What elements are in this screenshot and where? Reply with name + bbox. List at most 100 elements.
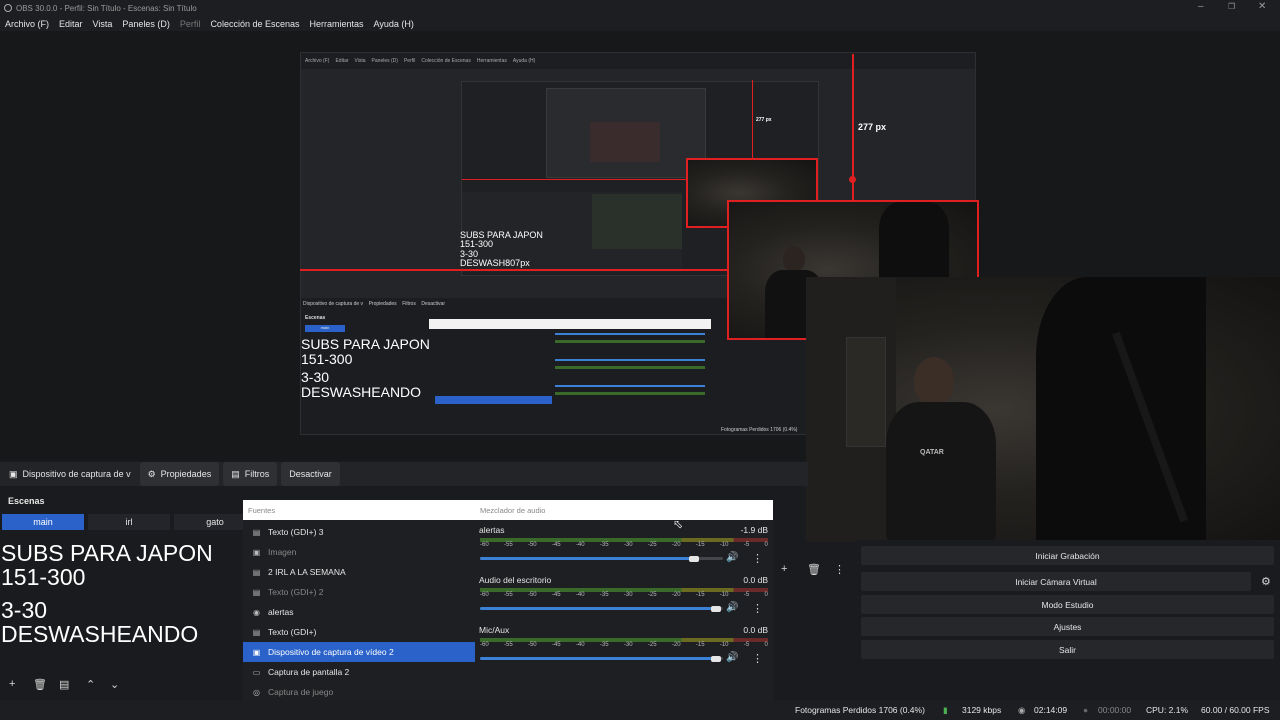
source-item-captura-pantalla[interactable]: ▭ Captura de pantalla 2 xyxy=(243,662,475,682)
source-item-alertas[interactable]: ◉ alertas xyxy=(243,602,475,622)
more-options-icon[interactable]: ⋮ xyxy=(752,602,763,615)
source-item-imagen[interactable]: ▣ Imagen xyxy=(243,542,475,562)
volume-slider[interactable] xyxy=(710,656,721,662)
menu-editar[interactable]: Editar xyxy=(54,19,88,29)
menu-archivo[interactable]: Archivo (F) xyxy=(0,19,54,29)
sources-header: Fuentes xyxy=(243,500,475,520)
source-item-texto-2[interactable]: ▤ Texto (GDI+) 2 xyxy=(243,582,475,602)
status-bar: Fotogramas Perdidos 1706 (0.4%) ▮ 3129 k… xyxy=(0,700,1280,720)
stream-icon: ◉ xyxy=(1018,705,1026,715)
speaker-icon[interactable]: 🔊 xyxy=(726,552,738,563)
studio-mode-button[interactable]: Modo Estudio xyxy=(861,595,1274,614)
meter-scale: -60 -55 -50 -45 -40 -35 -30 -25 -20 -15 -10 -5 0 xyxy=(480,592,768,598)
camera-icon: ▣ xyxy=(252,647,261,657)
meter-scale: -60 -55 -50 -45 -40 -35 -30 -25 -20 -15 -10 -5 0 xyxy=(480,642,768,648)
channel-name-mic-aux: Mic/Aux xyxy=(479,625,510,635)
speaker-icon[interactable]: 🔊 xyxy=(726,652,738,663)
volume-slider[interactable] xyxy=(710,606,721,612)
filter-icon: ▤ xyxy=(231,468,240,479)
menu-perfil[interactable]: Perfil xyxy=(175,19,206,29)
volume-slider[interactable] xyxy=(688,556,699,562)
source-item-captura-juego[interactable]: ◎ Captura de juego xyxy=(243,682,475,702)
cpu-usage: CPU: 2.1% xyxy=(1146,705,1189,715)
volume-fill xyxy=(480,607,716,610)
remove-transition-icon[interactable]: 🗑 xyxy=(807,563,821,576)
gear-icon: ⚙ xyxy=(147,468,156,479)
channel-name-alertas: alertas xyxy=(479,525,505,535)
start-recording-button[interactable]: Iniciar Grabación xyxy=(861,546,1274,565)
guide-handle[interactable] xyxy=(849,176,856,183)
menu-bar: Archivo (F) Editar Vista Paneles (D) Per… xyxy=(0,16,1280,31)
add-transition-icon[interactable]: + xyxy=(781,563,787,575)
nested-small-text: SUBS PARA JAPON 151-300 3-30 DESWASH807p… xyxy=(460,230,543,269)
meter-scale: -60 -55 -50 -45 -40 -35 -30 -25 -20 -15 -10 -5 0 xyxy=(480,542,768,548)
nested-scene-text: SUBS PARA JAPON 151-300 3-30 DESWASHEAND… xyxy=(301,336,430,401)
menu-ayuda[interactable]: Ayuda (H) xyxy=(369,19,419,29)
camera-icon: ▣ xyxy=(9,468,18,479)
settings-button[interactable]: Ajustes xyxy=(861,617,1274,636)
start-virtual-camera-button[interactable]: Iniciar Cámara Virtual xyxy=(861,572,1251,591)
text-icon: ▤ xyxy=(252,587,261,597)
virtual-camera-settings-icon[interactable]: ⚙ xyxy=(1261,575,1271,588)
menu-vista[interactable]: Vista xyxy=(88,19,118,29)
channel-db-desktop-audio: 0.0 dB xyxy=(743,575,768,585)
text-icon: ▤ xyxy=(252,567,261,577)
source-item-captura-video[interactable]: ▣ Dispositivo de captura de vídeo 2 xyxy=(243,642,475,662)
menu-herramientas[interactable]: Herramientas xyxy=(305,19,369,29)
obs-logo-icon xyxy=(4,4,12,12)
menu-paneles[interactable]: Paneles (D) xyxy=(117,19,175,29)
channel-db-mic-aux: 0.0 dB xyxy=(743,625,768,635)
scenes-title: Escenas xyxy=(8,496,45,506)
text-icon: ▤ xyxy=(252,627,261,637)
mixer-header: Mezclador de audio xyxy=(475,500,773,520)
menu-coleccion[interactable]: Colección de Escenas xyxy=(205,19,304,29)
remove-scene-icon[interactable]: 🗑 xyxy=(33,678,47,691)
distance-label: 277 px xyxy=(858,122,887,132)
image-icon: ▣ xyxy=(252,547,261,557)
transition-menu-icon[interactable]: ⋮ xyxy=(834,563,845,576)
filters-button[interactable]: ▤ Filtros xyxy=(223,462,278,486)
scene-item-main[interactable]: main xyxy=(2,514,84,530)
exit-button[interactable]: Salir xyxy=(861,640,1274,659)
monitor-icon: ▭ xyxy=(252,667,261,677)
dropped-frames: Fotogramas Perdidos 1706 (0.4%) xyxy=(795,705,925,715)
scene-item-irl[interactable]: irl xyxy=(88,514,170,530)
bitrate: 3129 kbps xyxy=(962,705,1002,715)
speaker-icon[interactable]: 🔊 xyxy=(726,602,738,613)
scene-overlay-text: SUBS PARA JAPON 151-300 3-30 DESWASHEAND… xyxy=(1,540,213,648)
source-item-irl-semana[interactable]: ▤ 2 IRL A LA SEMANA xyxy=(243,562,475,582)
distance-label-small: 277 px xyxy=(756,117,772,123)
add-scene-icon[interactable]: + xyxy=(9,678,15,690)
text-icon: ▤ xyxy=(252,527,261,537)
source-item-texto-3[interactable]: ▤ Texto (GDI+) 3 xyxy=(243,522,475,542)
camera-feed-main: QATAR xyxy=(806,277,1280,542)
move-down-icon[interactable]: ⌄ xyxy=(110,678,119,691)
source-name: Dispositivo de captura de v xyxy=(22,469,131,479)
channel-name-desktop-audio: Audio del escritorio xyxy=(479,575,552,585)
stream-time: 02:14:09 xyxy=(1034,705,1068,715)
move-up-icon[interactable]: ⌃ xyxy=(86,678,95,691)
record-icon: ● xyxy=(1083,705,1089,715)
source-toolbar: ▣ Dispositivo de captura de v ⚙ Propieda… xyxy=(0,462,808,486)
deactivate-button[interactable]: Desactivar xyxy=(281,462,340,486)
title-bar: OBS 30.0.0 - Perfil: Sin Título - Escena… xyxy=(0,0,1280,16)
browser-icon: ◉ xyxy=(253,607,260,617)
properties-button[interactable]: ⚙ Propiedades xyxy=(139,462,220,486)
signal-icon: ▮ xyxy=(943,705,948,715)
volume-fill xyxy=(480,657,716,660)
record-time: 00:00:00 xyxy=(1098,705,1132,715)
minimize-icon[interactable]: – xyxy=(1198,1,1204,12)
restore-icon[interactable]: ❐ xyxy=(1228,2,1235,11)
nested-menu-bar: Archivo (F) Editar Vista Paneles (D) Perfil C… xyxy=(301,53,975,69)
source-item-texto[interactable]: ▤ Texto (GDI+) xyxy=(243,622,475,642)
channel-db-alertas: -1.9 dB xyxy=(740,525,768,535)
window-title: OBS 30.0.0 - Perfil: Sin Título - Escena… xyxy=(16,3,197,13)
source-selector[interactable]: ▣ Dispositivo de captura de v xyxy=(0,462,140,486)
fps: 60.00 / 60.00 FPS xyxy=(1201,705,1270,715)
close-icon[interactable]: ✕ xyxy=(1258,1,1266,12)
more-options-icon[interactable]: ⋮ xyxy=(752,652,763,665)
guide-line-horizontal-2 xyxy=(462,179,688,180)
volume-fill xyxy=(480,557,694,560)
scene-filters-icon[interactable]: ▤ xyxy=(59,678,69,691)
more-options-icon[interactable]: ⋮ xyxy=(752,552,763,565)
